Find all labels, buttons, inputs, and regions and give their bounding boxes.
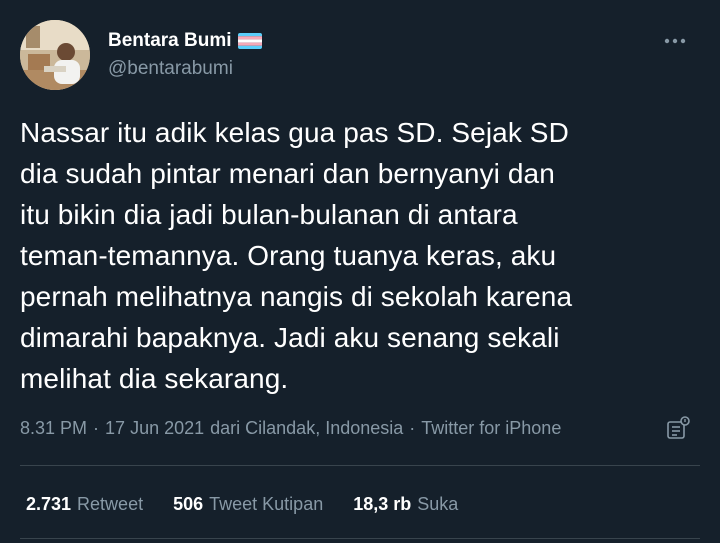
author-name-row: Bentara Bumi: [108, 30, 262, 52]
divider: [20, 465, 700, 466]
divider: [20, 538, 700, 539]
tweet-text-line: Nassar itu adik kelas gua pas SD. Sejak …: [20, 117, 569, 148]
tweet-text-line: melihat dia sekarang.: [20, 363, 289, 394]
more-options-button[interactable]: [658, 24, 692, 58]
avatar-photo: [20, 20, 90, 90]
quotes-label: Tweet Kutipan: [209, 494, 324, 514]
author-display-name[interactable]: Bentara Bumi: [108, 30, 232, 52]
author-handle[interactable]: @bentarabumi: [108, 58, 233, 80]
avatar[interactable]: [20, 20, 90, 90]
tweet-text: Nassar itu adik kelas gua pas SD. Sejak …: [20, 112, 700, 399]
tweet-text-line: pernah melihatnya nangis di sekolah kare…: [20, 281, 573, 312]
retweets-label: Retweet: [77, 494, 144, 514]
retweets-stat[interactable]: 2.731 Retweet: [26, 494, 143, 515]
tweet-meta: 8.31 PM · 17 Jun 2021 dari Cilandak, Ind…: [20, 418, 561, 439]
tweet-time[interactable]: 8.31 PM: [20, 418, 87, 439]
tweet-text-line: dia sudah pintar menari dan bernyanyi da…: [20, 158, 555, 189]
likes-label: Suka: [417, 494, 459, 514]
tweet-text-line: itu bikin dia jadi bulan-bulanan di anta…: [20, 199, 518, 230]
quotes-count: 506: [173, 494, 204, 514]
meta-separator: ·: [93, 418, 100, 438]
tweet-stats: 2.731 Retweet 506 Tweet Kutipan 18,3 rb …: [26, 494, 488, 515]
tweet-text-line: teman-temannya. Orang tuanya keras, aku: [20, 240, 557, 271]
likes-count: 18,3 rb: [353, 494, 412, 514]
tweet-location[interactable]: dari Cilandak, Indonesia: [210, 418, 403, 439]
meta-separator: ·: [409, 418, 416, 438]
more-dots-icon: [664, 38, 686, 44]
tweet-card: Bentara Bumi @bentarabumi Nassar itu adi…: [0, 0, 720, 543]
tweet-date[interactable]: 17 Jun 2021: [105, 418, 204, 439]
tweet-source[interactable]: Twitter for iPhone: [421, 418, 561, 439]
transgender-flag-icon: [237, 33, 262, 49]
retweets-count: 2.731: [26, 494, 72, 514]
likes-stat[interactable]: 18,3 rb Suka: [353, 494, 458, 515]
tweet-text-line: dimarahi bapaknya. Jadi aku senang sekal…: [20, 322, 560, 353]
quotes-stat[interactable]: 506 Tweet Kutipan: [173, 494, 323, 515]
tweet-analytics-button[interactable]: [664, 414, 692, 442]
analytics-icon: [667, 416, 690, 439]
